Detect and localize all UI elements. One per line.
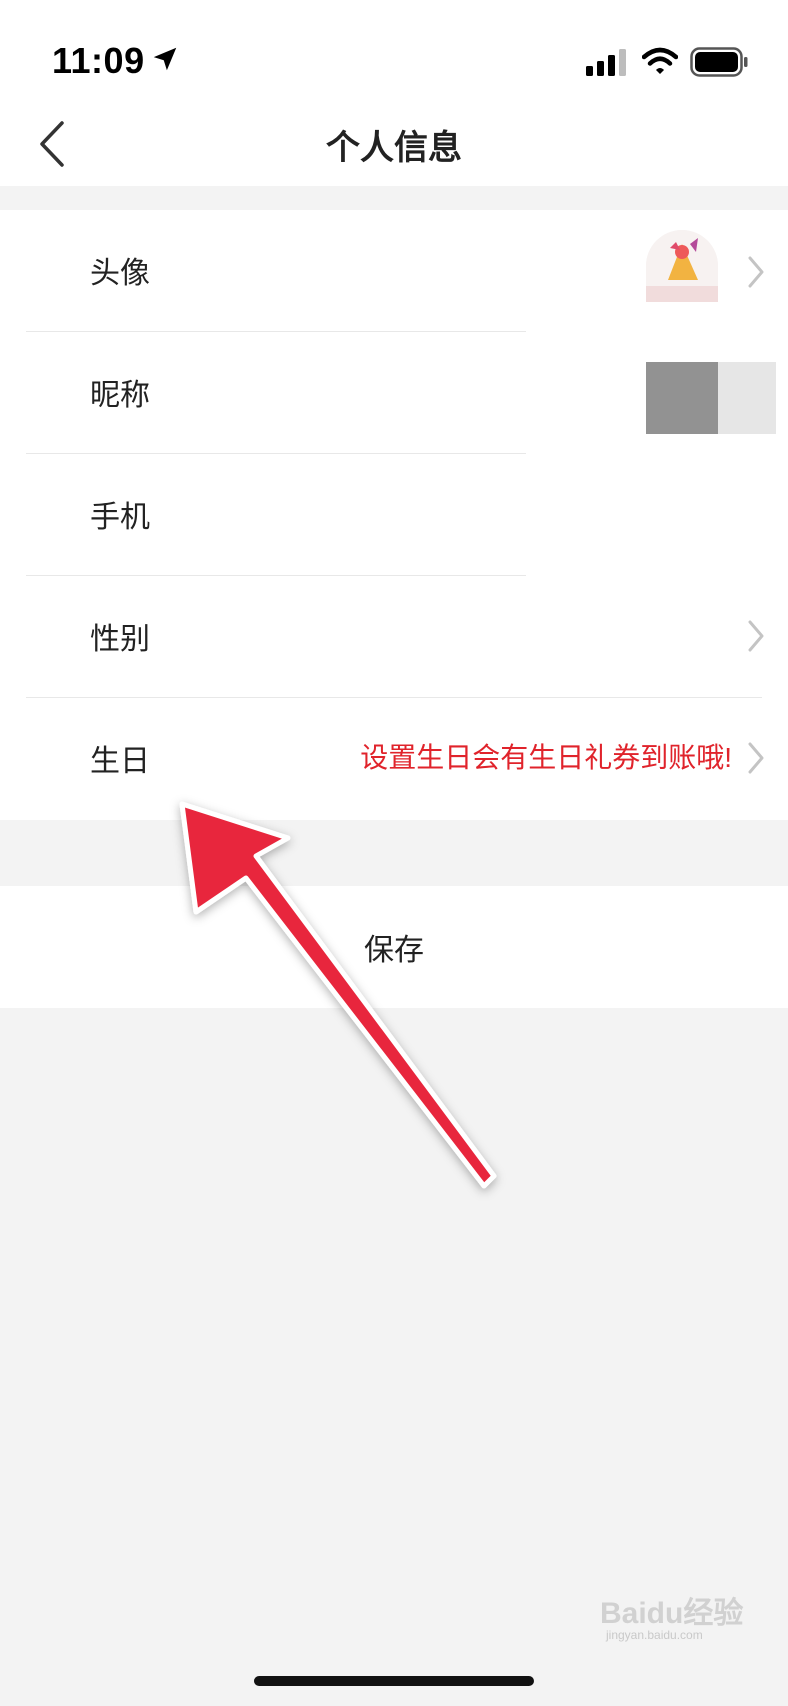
avatar[interactable]: [646, 230, 718, 302]
page-title: 个人信息: [326, 129, 462, 167]
location-arrow-icon: [153, 47, 177, 71]
row-avatar[interactable]: 头像: [0, 210, 788, 332]
wifi-icon: [642, 47, 678, 74]
watermark-url: jingyan.baidu.com: [606, 1628, 703, 1642]
status-bar: 11:09: [0, 0, 788, 100]
row-label-phone: 手机: [90, 501, 150, 534]
nickname-value-redacted: [646, 362, 776, 434]
nav-bar: 个人信息: [0, 100, 788, 186]
row-label-avatar: 头像: [90, 257, 150, 290]
home-indicator[interactable]: [254, 1676, 534, 1686]
chevron-right-icon: [748, 620, 764, 652]
row-birthday[interactable]: 生日 设置生日会有生日礼券到账哦!: [0, 698, 788, 820]
row-nickname[interactable]: 昵称: [0, 332, 788, 454]
battery-icon: [690, 47, 748, 77]
row-label-gender: 性别: [90, 623, 150, 656]
avatar-image: [646, 230, 718, 302]
profile-form: 头像 昵称 手机 性别 生日 设置生日会有生日礼券到账哦!: [0, 210, 788, 820]
cellular-signal-icon: [586, 49, 626, 76]
status-time: 11:09: [52, 40, 145, 81]
chevron-right-icon: [748, 256, 764, 288]
row-label-nickname: 昵称: [90, 379, 150, 412]
row-label-birthday: 生日: [90, 745, 150, 778]
row-phone[interactable]: 手机: [0, 454, 788, 576]
save-button[interactable]: 保存: [0, 886, 788, 1008]
watermark-logo: Baidu经验: [600, 1597, 744, 1630]
birthday-hint: 设置生日会有生日礼券到账哦!: [360, 742, 732, 773]
row-gender[interactable]: 性别: [0, 576, 788, 698]
chevron-right-icon: [748, 742, 764, 774]
